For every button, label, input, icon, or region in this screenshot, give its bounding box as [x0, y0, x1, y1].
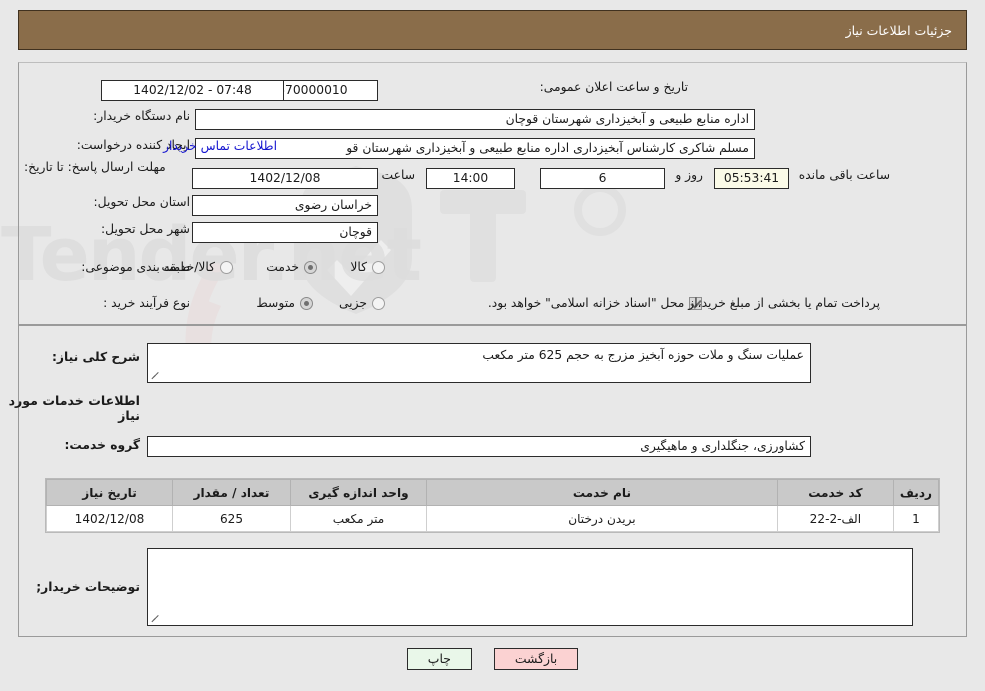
resize-grip-icon-notes[interactable] — [150, 614, 160, 624]
col-need-date: تاریخ نیاز — [46, 479, 173, 506]
need-description-label-wrap: شرح کلی نیاز: — [46, 350, 140, 364]
service-group-field-wrap: کشاورزی، جنگلداری و ماهیگیری — [147, 436, 811, 457]
deadline-hour-field[interactable]: 14:00 — [426, 168, 515, 189]
radio-icon-medium[interactable] — [300, 296, 313, 310]
table-header-row: ردیف کد خدمت نام خدمت واحد اندازه گیری ت… — [46, 479, 940, 506]
buyer-org-field-wrap: اداره منابع طبیعی و آبخیزداری شهرستان قو… — [195, 109, 755, 130]
deadline-date-field[interactable]: 1402/12/08 — [192, 168, 378, 189]
treasury-note-wrap: پرداخت تمام یا بخشی از مبلغ خرید،از محل … — [483, 296, 885, 310]
action-button-bar: بازگشت چاپ — [0, 648, 985, 670]
announce-datetime-field[interactable]: 07:48 - 1402/12/02 — [101, 80, 284, 101]
radio-icon-service[interactable] — [304, 260, 317, 274]
process-type-radio-0[interactable]: جزیی — [325, 296, 385, 310]
treasury-note: پرداخت تمام یا بخشی از مبلغ خرید،از محل … — [487, 296, 880, 310]
table-row[interactable]: 1 الف-2-22 بریدن درختان متر مکعب 625 140… — [46, 505, 940, 532]
col-unit: واحد اندازه گیری — [290, 479, 427, 506]
page-root: AriaTender.net جزئیات اطلاعات نیاز شماره… — [0, 0, 985, 691]
page-title: جزئیات اطلاعات نیاز — [845, 22, 952, 38]
remaining-days-field-wrap: 6 — [540, 168, 665, 189]
services-table-wrap: ردیف کد خدمت نام خدمت واحد اندازه گیری ت… — [45, 478, 940, 533]
col-service-name: نام خدمت — [426, 479, 778, 506]
need-info-panel — [18, 62, 967, 325]
announce-datetime-label-wrap: تاریخ و ساعت اعلان عمومی: — [534, 80, 688, 94]
announce-datetime-field-wrap: 07:48 - 1402/12/02 — [101, 80, 290, 101]
category-option-0-label: کالا — [350, 260, 367, 274]
resize-grip-icon[interactable] — [150, 371, 160, 381]
category-radio-0[interactable]: کالا — [336, 260, 385, 274]
services-table: ردیف کد خدمت نام خدمت واحد اندازه گیری ت… — [46, 479, 940, 532]
need-description-value: عملیات سنگ و ملات حوزه آبخیز مزرج به حجم… — [482, 348, 804, 362]
buyer-org-field[interactable]: اداره منابع طبیعی و آبخیزداری شهرستان قو… — [195, 109, 755, 130]
category-radio-2[interactable]: کالا/خدمت — [148, 260, 233, 274]
cell-service-code: الف-2-22 — [776, 505, 894, 532]
need-description-label: شرح کلی نیاز: — [51, 350, 140, 364]
buyer-contact-link[interactable]: اطلاعات تماس خریدار — [157, 139, 283, 153]
category-option-2-label: کالا/خدمت — [161, 260, 215, 274]
deadline-hour-label-wrap: ساعت — [377, 168, 420, 182]
city-field-wrap: قوچان — [192, 222, 378, 243]
back-button[interactable]: بازگشت — [493, 648, 579, 670]
category-radio-1[interactable]: خدمت — [252, 260, 317, 274]
services-section-heading: اطلاعات خدمات مورد نیاز — [8, 393, 140, 423]
buyer-notes-textarea[interactable] — [147, 548, 913, 626]
city-label: شهر محل تحویل: — [100, 222, 190, 236]
category-option-1-label: خدمت — [266, 260, 299, 274]
deadline-hour-field-wrap: 14:00 — [426, 168, 515, 189]
col-quantity: تعداد / مقدار — [172, 479, 291, 506]
remaining-time-field-wrap: 05:53:41 — [714, 168, 789, 189]
buyer-notes-label-wrap: توضیحات خریدار; — [30, 580, 140, 594]
province-field-wrap: خراسان رضوی — [192, 195, 378, 216]
service-group-field[interactable]: کشاورزی، جنگلداری و ماهیگیری — [147, 436, 811, 457]
buyer-org-label-wrap: نام دستگاه خریدار: — [87, 109, 190, 123]
cell-service-name: بریدن درختان — [426, 505, 778, 532]
process-type-label-wrap: نوع فرآیند خرید : — [97, 296, 190, 310]
service-group-label-wrap: گروه خدمت: — [59, 438, 141, 452]
page-header: جزئیات اطلاعات نیاز — [18, 10, 967, 50]
announce-datetime-label: تاریخ و ساعت اعلان عمومی: — [539, 80, 688, 94]
buyer-contact-link-wrap: اطلاعات تماس خریدار — [113, 139, 283, 153]
province-label: استان محل تحویل: — [93, 195, 190, 209]
remaining-time-field: 05:53:41 — [714, 168, 789, 189]
print-button[interactable]: چاپ — [406, 648, 472, 670]
city-label-wrap: شهر محل تحویل: — [95, 222, 190, 236]
remaining-time-label-wrap: ساعت باقی مانده — [794, 168, 895, 182]
process-type-radio-1[interactable]: متوسط — [242, 296, 313, 310]
process-type-option-1-label: متوسط — [256, 296, 295, 310]
remaining-days-field[interactable]: 6 — [540, 168, 665, 189]
col-row-number: ردیف — [892, 479, 940, 506]
remaining-days-label-wrap: روز و — [670, 168, 708, 182]
radio-icon-goods[interactable] — [372, 260, 385, 274]
cell-need-date: 1402/12/08 — [46, 505, 173, 532]
remaining-days-label: روز و — [675, 168, 703, 182]
deadline-hour-label: ساعت — [381, 168, 415, 182]
remaining-time-label: ساعت باقی مانده — [798, 168, 890, 182]
city-field[interactable]: قوچان — [192, 222, 378, 243]
deadline-label: مهلت ارسال پاسخ: تا تاریخ: — [24, 160, 166, 174]
buyer-org-label: نام دستگاه خریدار: — [93, 109, 190, 123]
province-field[interactable]: خراسان رضوی — [192, 195, 378, 216]
service-group-label: گروه خدمت: — [64, 438, 141, 452]
buyer-notes-label: توضیحات خریدار; — [36, 580, 140, 594]
process-type-label: نوع فرآیند خرید : — [103, 296, 190, 310]
deadline-label-wrap: مهلت ارسال پاسخ: تا تاریخ: — [18, 160, 190, 175]
province-label-wrap: استان محل تحویل: — [88, 195, 190, 209]
process-type-option-0-label: جزیی — [338, 296, 367, 310]
cell-row-number: 1 — [892, 505, 940, 532]
cell-quantity: 625 — [172, 505, 291, 532]
col-service-code: کد خدمت — [776, 479, 894, 506]
need-description-textarea[interactable]: عملیات سنگ و ملات حوزه آبخیز مزرج به حجم… — [147, 343, 811, 383]
radio-icon-goods-service[interactable] — [220, 260, 233, 274]
deadline-date-field-wrap: 1402/12/08 — [192, 168, 378, 189]
cell-unit: متر مکعب — [290, 505, 427, 532]
radio-icon-minor[interactable] — [372, 296, 385, 310]
